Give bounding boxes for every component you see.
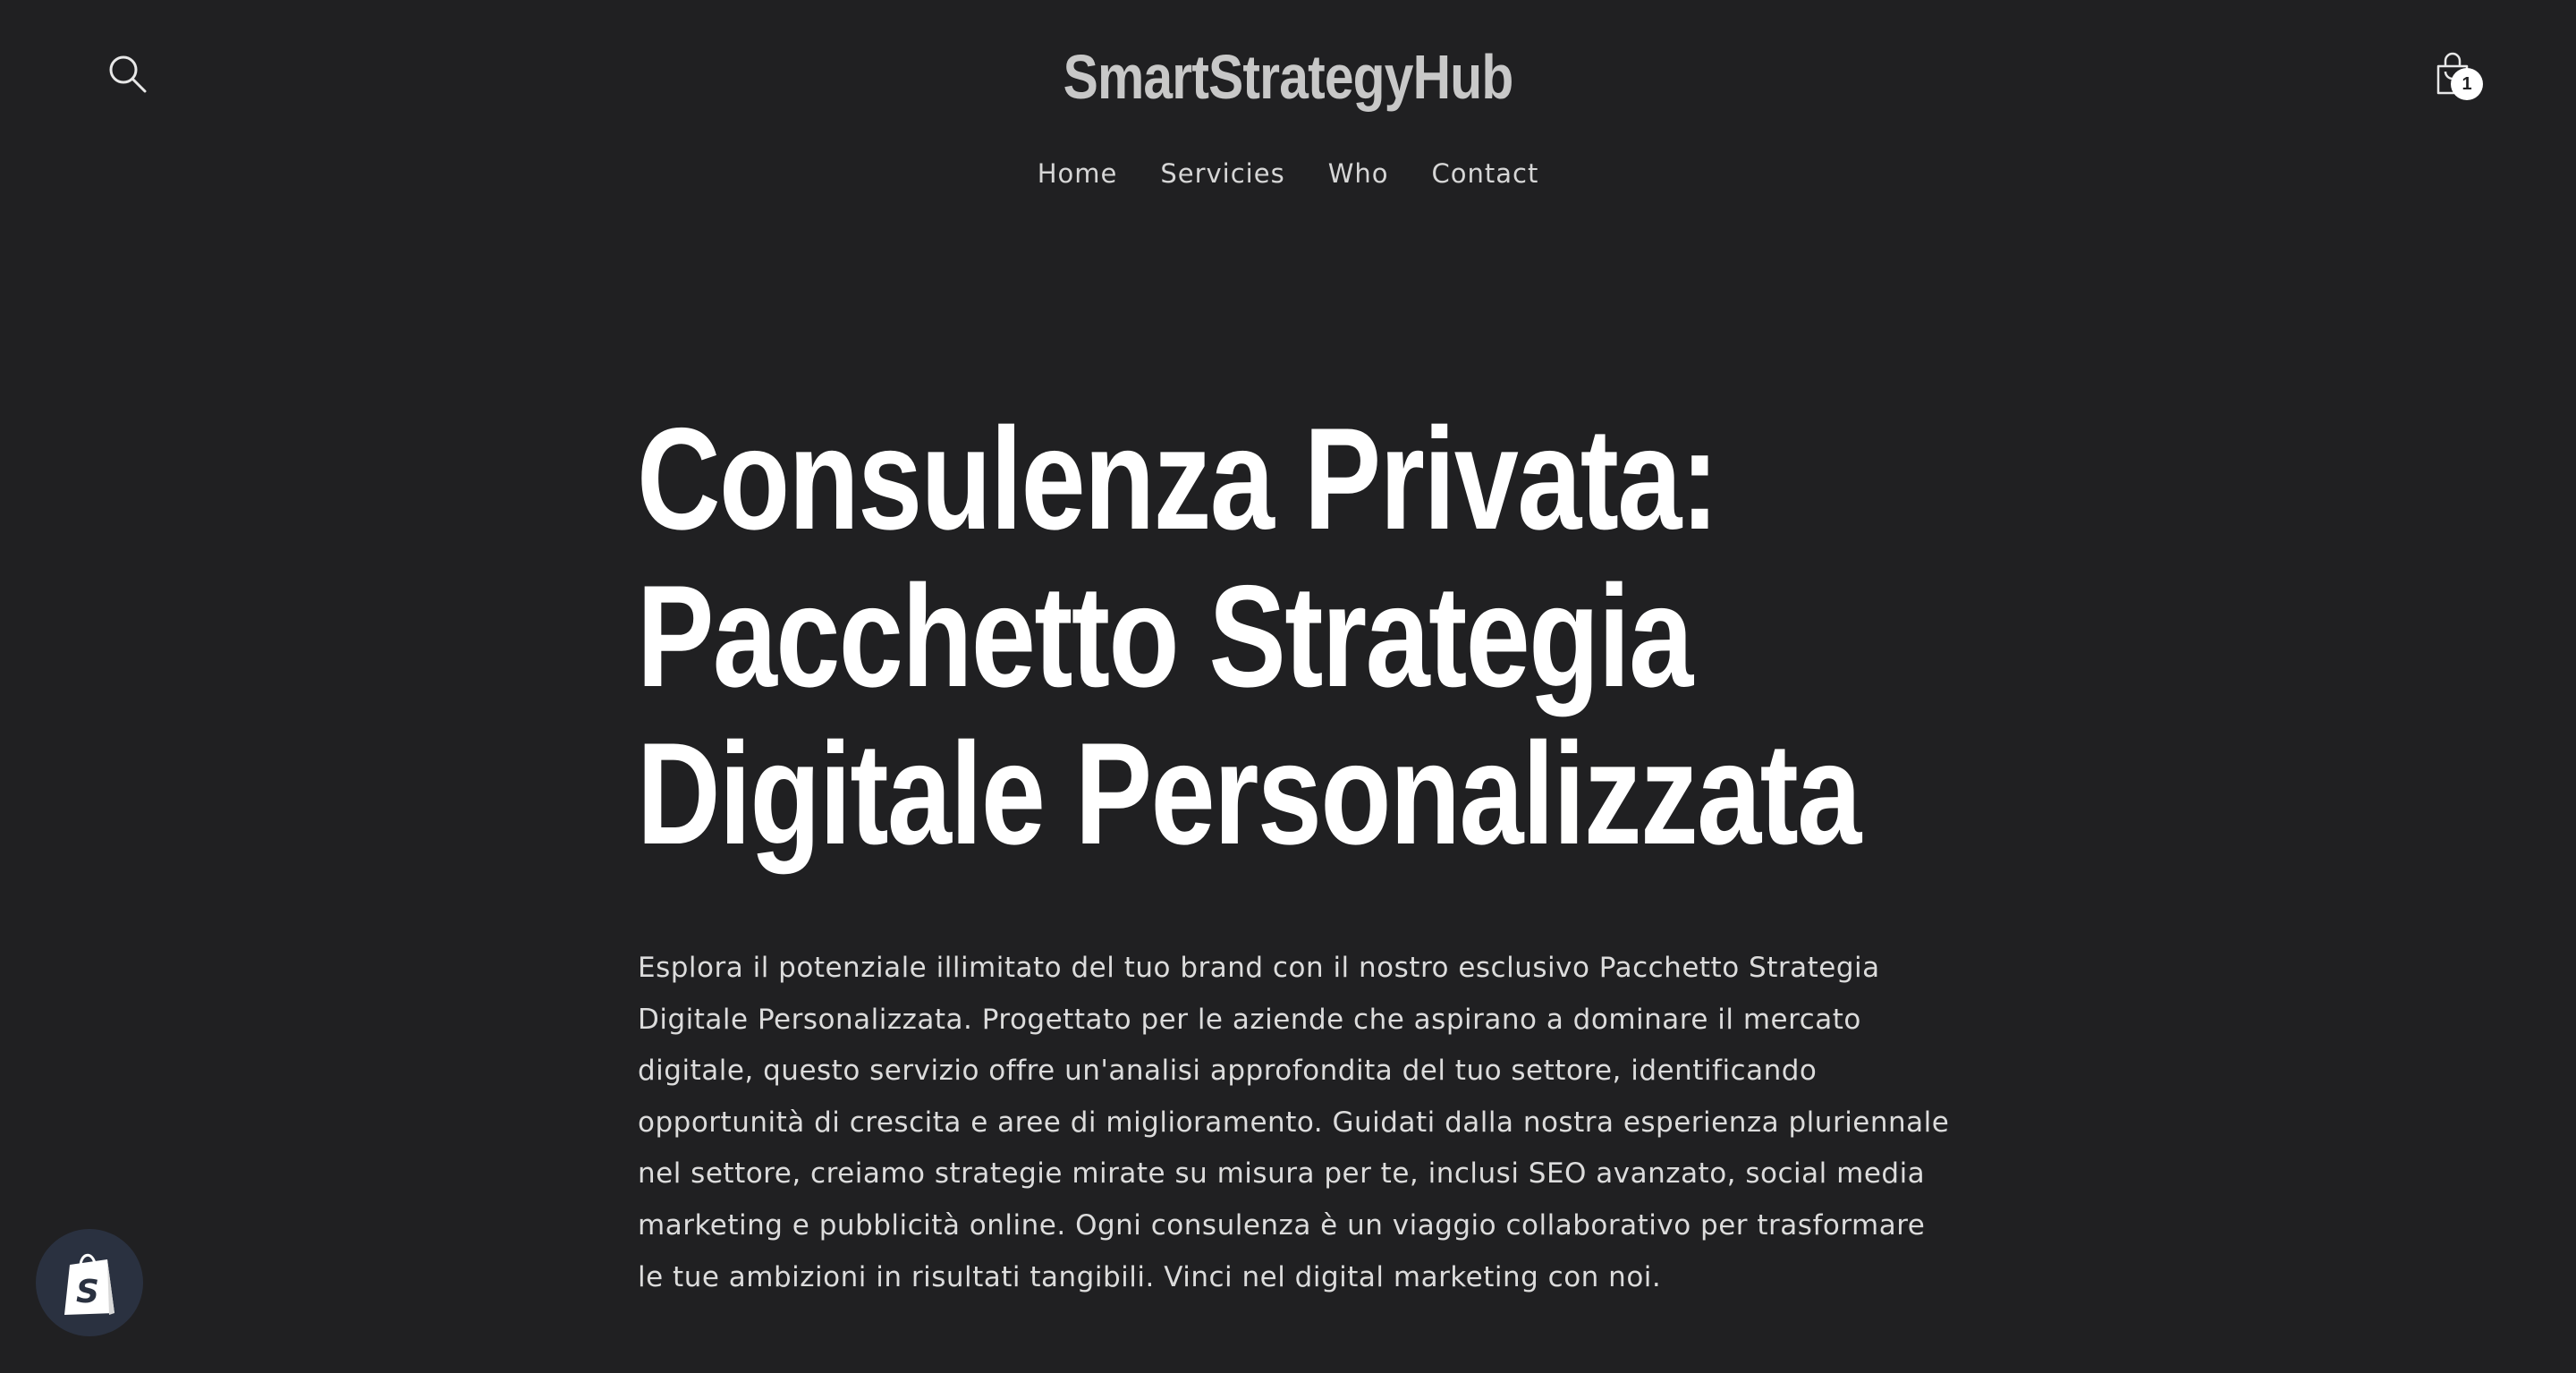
nav-item-home[interactable]: Home <box>1038 154 1118 193</box>
page: SmartStrategyHub 1 Home Servicies Who Co… <box>0 0 2576 1373</box>
search-icon <box>109 55 147 93</box>
page-title: Consulenza Privata: Pacchetto Strategia … <box>637 398 1861 875</box>
page-title-line-3: Digitale Personalizzata <box>637 713 1861 875</box>
svg-text:S: S <box>76 1274 99 1310</box>
page-title-line-2: Pacchetto Strategia <box>637 555 1693 717</box>
nav-item-contact[interactable]: Contact <box>1431 154 1538 193</box>
cart-count-badge: 1 <box>2451 68 2483 100</box>
search-button[interactable] <box>106 52 150 97</box>
nav-item-who[interactable]: Who <box>1328 154 1389 193</box>
hero-description: Esplora il potenziale illimitato del tuo… <box>638 952 1950 1293</box>
main-nav: Home Servicies Who Contact <box>0 154 2576 193</box>
page-title-line-1: Consulenza Privata: <box>637 398 1719 560</box>
site-logo[interactable]: SmartStrategyHub <box>206 34 2369 120</box>
shopify-badge-button[interactable]: S <box>36 1229 143 1336</box>
nav-item-servicies[interactable]: Servicies <box>1160 154 1284 193</box>
shopify-bag-icon: S <box>64 1253 114 1315</box>
